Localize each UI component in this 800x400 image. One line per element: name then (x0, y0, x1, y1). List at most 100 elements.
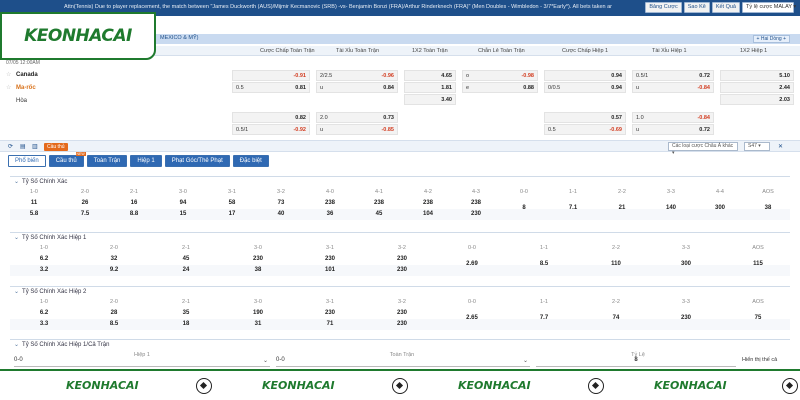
live-badge[interactable]: Cầu thủ (44, 143, 68, 151)
odds-cell[interactable]: 0.57 (544, 112, 626, 123)
chevron-down-icon[interactable]: ⌄ (14, 289, 19, 295)
score-odds-row[interactable]: 6.2 32 45 230 230 230 (10, 254, 790, 265)
results-button[interactable]: Kết Quả (711, 2, 740, 13)
team-home[interactable]: ☆ Canada (6, 68, 226, 81)
col-header-handicap-h1: Cược Chấp Hiệp 1 (562, 48, 609, 54)
odds-row: 0.5 0.81 u 0.84 1.81 e 0.88 0/0.5 0.94 u -0.8… (232, 82, 800, 94)
col-header-handicap: Cược Chấp Toàn Trận (260, 48, 315, 54)
odds-cell[interactable]: 0/0.5 0.94 (544, 82, 626, 93)
market-tabs: Phổ biến Cầu thủ NEW Toàn Trận Hiệp 1 Phạ… (8, 152, 269, 167)
brand-logo: KEONHACAI (0, 12, 156, 60)
soccer-ball-icon (782, 378, 798, 394)
odds-cell[interactable]: 0.5/1 -0.92 (232, 124, 310, 135)
tab-full-match[interactable]: Toàn Trận (86, 155, 128, 167)
footer-logo: KEONHACAI (458, 379, 531, 392)
score-odds-row[interactable]: 3.2 9.2 24 38 101 230 2.69 8.5 110 300 115 (10, 261, 790, 276)
soccer-ball-icon (196, 378, 212, 394)
odds-cell[interactable]: 5.10 (720, 70, 794, 81)
show-all-link[interactable]: Hiển thị thế cả (742, 357, 790, 367)
new-badge: NEW (75, 152, 86, 156)
odds-cell[interactable]: 2.0 0.73 (316, 112, 398, 123)
correct-score-h2-section: ⌄ Tỷ Số Chính Xác Hiệp 2 1-0 2-0 2-1 3-0 3-1 3… (10, 286, 790, 330)
score-headers: 1-0 2-0 2-1 3-0 3-1 3-2 0-0 1-1 2-2 3-3 AOS (40, 299, 764, 305)
odds-cell[interactable]: u 0.84 (316, 82, 398, 93)
first-half-score-select[interactable]: 0-0 ⌄ (14, 357, 270, 367)
match-time: 07/05 12:00AM (6, 60, 40, 66)
bet-type-select[interactable]: Các loại cược Châu Á khác ▾ (668, 142, 738, 156)
favorite-star-icon[interactable]: ☆ (6, 84, 16, 91)
ht-ft-selectors: 0-0 ⌄ 0-0 ⌄ 8 Hiển thị thế cả (10, 357, 790, 367)
refresh-icon[interactable]: ⟳ (8, 143, 13, 150)
sort-select[interactable]: S47 ▾ (744, 142, 770, 151)
section-title[interactable]: ⌄ Tỷ Số Chính Xác (10, 177, 790, 187)
col-header-oddeven: Chẵn Lẻ Toàn Trận (478, 48, 525, 54)
section-title[interactable]: ⌄ Tỷ Số Chính Xác Hiệp 2 (10, 287, 790, 297)
odds-row: 3.40 2.03 (232, 94, 800, 106)
top-actions: Bảng Cược Sao Kê Kết Quả Tỷ lệ cược MALA… (645, 2, 796, 13)
full-time-score-select[interactable]: 0-0 ⌄ (276, 357, 530, 367)
correct-score-h1-section: ⌄ Tỷ Số Chính Xác Hiệp 1 1-0 2-0 2-1 3-0 3-1 3… (10, 232, 790, 276)
chevron-down-icon[interactable]: ⌄ (14, 235, 19, 241)
favorite-star-icon[interactable]: ☆ (6, 71, 16, 78)
odds-cell[interactable]: 0.94 (544, 70, 626, 81)
odds-cell[interactable]: 0.5 0.81 (232, 82, 310, 93)
odds-cell[interactable]: 1.0 -0.84 (632, 112, 714, 123)
tab-players[interactable]: Cầu thủ NEW (48, 152, 86, 167)
section-title[interactable]: ⌄ Tỷ Số Chính Xác Hiệp 1 (10, 233, 790, 243)
odds-cell[interactable]: 2.44 (720, 82, 794, 93)
odds-cell[interactable]: 0.82 (232, 112, 310, 123)
score-headers: 1-0 2-0 2-1 3-0 3-1 3-2 0-0 1-1 2-2 3-3 AOS (40, 245, 764, 251)
odds-cell[interactable]: -0.91 (232, 70, 310, 81)
chevron-down-icon: ⌄ (522, 358, 528, 364)
score-odds-row[interactable]: 6.2 28 35 190 230 230 (10, 308, 790, 319)
soccer-ball-icon (392, 378, 408, 394)
odds-cell[interactable]: 2/2.5 -0.96 (316, 70, 398, 81)
odds-cell[interactable]: 0.5/1 0.72 (632, 70, 714, 81)
footer-logo: KEONHACAI (654, 379, 727, 392)
ht-ft-odds[interactable]: 8 (536, 357, 736, 367)
tab-specials[interactable]: Đặc biệt (232, 155, 269, 167)
odds-cell[interactable]: e 0.88 (462, 82, 538, 93)
score-odds-row[interactable]: 5.8 7.5 8.8 15 17 40 36 45 104 230 8 7.1 21 140 300 38 (10, 205, 790, 220)
soccer-ball-icon (588, 378, 604, 394)
odds-cell[interactable]: u -0.85 (316, 124, 398, 135)
chart-icon[interactable]: ▥ (32, 143, 38, 150)
correct-score-section: ⌄ Tỷ Số Chính Xác 1-0 2-0 2-1 3-0 3-1 3-2 4-0 4-… (10, 176, 790, 220)
close-icon[interactable]: ✕ (778, 143, 783, 150)
odds-type-select[interactable]: Tỷ lệ cược MALAY ▾ (742, 2, 796, 13)
col-header-overunder: Tài Xỉu Toàn Trận (336, 48, 380, 54)
odds-cell[interactable]: o -0.98 (462, 70, 538, 81)
two-lines-toggle[interactable]: + Hai Dòng + (752, 35, 790, 43)
chevron-down-icon[interactable]: ⌄ (14, 342, 19, 348)
market-toolbar: ⟳ ▤ ▥ Cầu thủ Các loại cược Châu Á khác … (0, 140, 800, 156)
score-headers: 1-0 2-0 2-1 3-0 3-1 3-2 4-0 4-1 4-2 4-3 0-0 1-1 2-2… (30, 189, 774, 195)
alt-odds-grid: 0.82 2.0 0.73 0.57 1.0 -0.84 0.5/1 -0.92 u-… (232, 112, 800, 136)
score-odds-row[interactable]: 3.3 8.5 18 31 71 230 2.65 7.7 74 230 75 (10, 315, 790, 330)
odds-cell[interactable]: 4.65 (404, 70, 456, 81)
section-title[interactable]: ⌄ Tỷ Số Chính Xác Hiệp 1/Cả Trận (10, 340, 790, 350)
odds-cell[interactable]: 1.81 (404, 82, 456, 93)
tab-popular[interactable]: Phổ biến (8, 155, 46, 167)
col-header-1x2: 1X2 Toàn Trận (412, 48, 448, 54)
statement-button[interactable]: Sao Kê (683, 2, 710, 13)
bet-list-button[interactable]: Bảng Cược (645, 2, 682, 13)
brand-footer: KEONHACAI KEONHACAI KEONHACAI KEONHACAI (0, 369, 800, 400)
odds-row: -0.91 2/2.5 -0.96 4.65 o -0.98 0.94 0.5/1 0… (232, 70, 800, 82)
odds-cell[interactable]: 0.5 -0.69 (544, 124, 626, 135)
league-name: MEXICO & MỸ) (160, 35, 199, 41)
odds-cell[interactable]: 2.03 (720, 94, 794, 105)
odds-cell[interactable]: u -0.84 (632, 82, 714, 93)
team-away[interactable]: ☆ Ma-rốc (6, 81, 226, 94)
odds-cell[interactable]: u 0.72 (632, 124, 714, 135)
footer-logo: KEONHACAI (66, 379, 139, 392)
draw-label: Hòa (16, 97, 28, 104)
tab-corners-cards[interactable]: Phạt Góc/Thẻ Phạt (164, 155, 230, 167)
chevron-down-icon[interactable]: ⌄ (14, 179, 19, 185)
teams-list: ☆ Canada ☆ Ma-rốc Hòa (6, 68, 226, 107)
odds-cell[interactable]: 3.40 (404, 94, 456, 105)
brand-logo-text: KEONHACAI (24, 26, 132, 46)
tab-first-half[interactable]: Hiệp 1 (130, 155, 162, 167)
news-ticker: Attn(Tennis) Due to player replacement, … (64, 4, 612, 10)
stats-icon[interactable]: ▤ (20, 143, 26, 150)
odds-row: 0.82 2.0 0.73 0.57 1.0 -0.84 (232, 112, 800, 124)
